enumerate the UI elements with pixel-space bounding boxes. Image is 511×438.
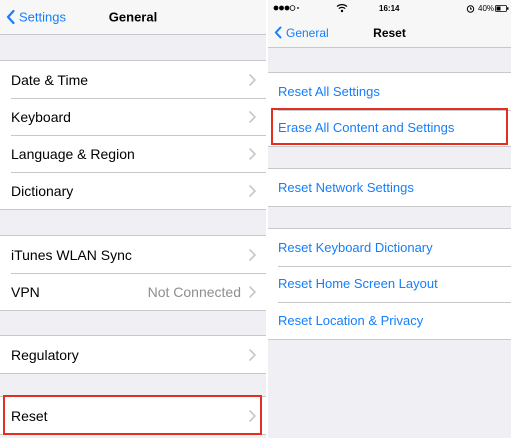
row-label: Regulatory [11,346,79,363]
battery-percentage: 40% [478,4,495,13]
row-date-time[interactable]: Date & Time [0,61,266,98]
row-regulatory[interactable]: Regulatory [0,336,266,373]
page-title: Reset [373,25,406,40]
row-label: Language & Region [11,145,135,162]
row-label: Date & Time [11,71,89,88]
row-vpn[interactable]: VPN Not Connected [0,273,266,310]
vpn-status: Not Connected [147,283,241,300]
page-title: General [108,9,158,25]
chevron-right-icon [249,348,256,361]
reset-all-settings-button[interactable]: Reset All Settings [268,73,511,110]
reset-network-settings-button[interactable]: Reset Network Settings [268,169,511,206]
chevron-right-icon [249,248,256,261]
row-dictionary[interactable]: Dictionary [0,172,266,209]
reset-highlight-box [3,395,262,435]
chevron-right-icon [249,147,256,160]
reset-keyboard-dictionary-button[interactable]: Reset Keyboard Dictionary [268,229,511,266]
status-bar: 16:14 40% [268,0,511,18]
navigation-bar: Settings General [0,0,266,35]
reset-location-privacy-button[interactable]: Reset Location & Privacy [268,302,511,339]
row-label: Reset Location & Privacy [278,312,424,328]
settings-group: Date & Time Keyboard Language & Region D… [0,60,266,210]
chevron-right-icon [249,73,256,86]
reset-options-group: Reset Network Settings [268,168,511,207]
row-label: Reset Network Settings [278,179,414,195]
row-label: VPN [11,283,40,300]
navigation-bar: General Reset [268,18,511,48]
chevron-right-icon [249,285,256,298]
reset-home-screen-layout-button[interactable]: Reset Home Screen Layout [268,265,511,303]
erase-highlight-box [271,108,508,145]
row-itunes-wlan-sync[interactable]: iTunes WLAN Sync [0,236,266,273]
chevron-right-icon [249,184,256,197]
reset-screen: 16:14 40% General Reset Reset All Settin… [268,0,511,438]
row-label: Keyboard [11,108,71,125]
status-time: 16:14 [379,4,400,13]
wifi-icon [336,4,348,13]
row-language-region[interactable]: Language & Region [0,135,266,172]
battery-icon [495,5,509,12]
signal-icon [273,5,299,11]
chevron-right-icon [249,110,256,123]
row-label: iTunes WLAN Sync [11,246,132,263]
settings-group: Regulatory [0,335,266,374]
settings-group: iTunes WLAN Sync VPN Not Connected [0,235,266,311]
row-label: Reset Home Screen Layout [278,276,438,292]
row-label: Reset Keyboard Dictionary [278,239,433,255]
row-label: Dictionary [11,182,74,199]
reset-options-group: Reset Keyboard Dictionary Reset Home Scr… [268,228,511,340]
row-keyboard[interactable]: Keyboard [0,98,266,135]
general-screen: Settings General Date & Time Keyboard La… [0,0,266,438]
row-label: Reset All Settings [278,83,380,99]
alarm-icon [466,5,475,13]
